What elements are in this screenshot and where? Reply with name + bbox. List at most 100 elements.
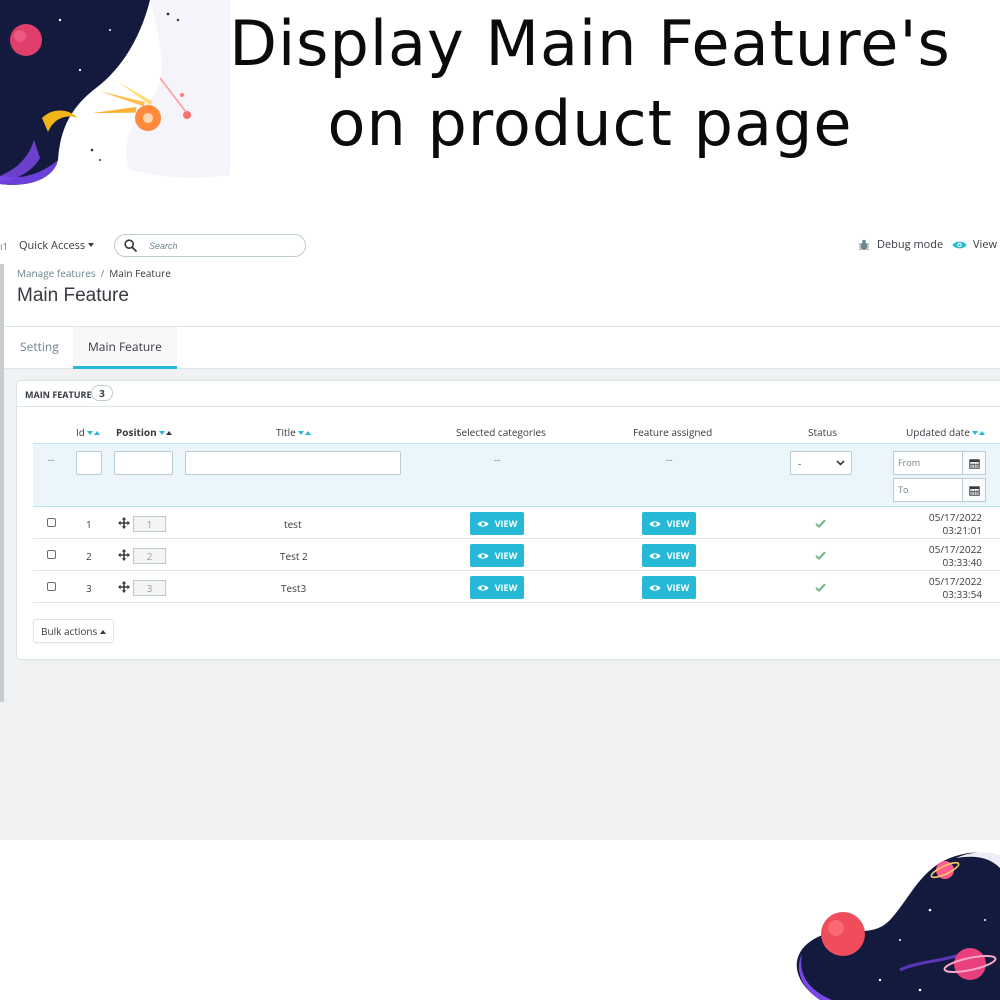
- drag-move-icon[interactable]: [118, 549, 130, 561]
- headline: Display Main Feature's on product page: [195, 4, 985, 164]
- column-header-id[interactable]: Id: [76, 425, 100, 439]
- eye-icon: [649, 584, 661, 591]
- eye-icon: [952, 241, 967, 248]
- view-button-label: VIEW: [666, 549, 690, 562]
- sort-arrows-icon[interactable]: [158, 425, 172, 439]
- column-header-feature-assigned: Feature assigned: [633, 425, 713, 439]
- view-button-label: VIEW: [494, 581, 518, 594]
- tab-main-feature[interactable]: Main Feature: [73, 327, 177, 369]
- column-header-updated-date-label: Updated date: [906, 425, 970, 439]
- row-id: 3: [86, 581, 92, 595]
- breadcrumb-parent[interactable]: Manage features: [17, 266, 96, 280]
- view-store-link[interactable]: View m: [952, 237, 1000, 252]
- row-time: 03:33:54: [942, 587, 982, 601]
- view-feature-button[interactable]: VIEW: [642, 576, 696, 599]
- column-header-selected-categories: Selected categories: [456, 425, 546, 439]
- filter-date-from[interactable]: From: [893, 451, 963, 475]
- debug-mode-label: Debug mode: [877, 237, 944, 252]
- filter-feature-dash: --: [666, 452, 673, 466]
- check-icon[interactable]: [815, 551, 826, 560]
- row-checkbox[interactable]: [47, 550, 56, 559]
- filter-date-to[interactable]: To: [893, 478, 963, 502]
- main-feature-panel: MAIN FEATURE 3 Id Position Title Selecte…: [16, 380, 1000, 660]
- topbar-left-fragment: ı1: [0, 239, 9, 253]
- view-link-label: View m: [973, 237, 1000, 252]
- admin-screenshot: ı1 Quick Access Debug mode: [0, 226, 1000, 840]
- debug-mode-link[interactable]: Debug mode: [858, 237, 943, 252]
- page-title: Main Feature: [17, 285, 129, 306]
- view-button-label: VIEW: [494, 549, 518, 562]
- quick-access-label: Quick Access: [19, 238, 86, 253]
- filter-position-input[interactable]: [114, 451, 173, 475]
- row-time: 03:21:01: [942, 523, 982, 537]
- row-id: 2: [86, 549, 92, 563]
- panel-header: MAIN FEATURE 3: [17, 381, 1000, 407]
- sort-arrows-icon[interactable]: [971, 425, 985, 439]
- view-feature-button[interactable]: VIEW: [642, 544, 696, 567]
- column-header-id-label: Id: [76, 425, 85, 439]
- chevron-down-icon: [836, 460, 845, 466]
- breadcrumb-current: Main Feature: [109, 266, 171, 280]
- column-header-title-label: Title: [276, 425, 296, 439]
- space-illustration-bottom: [796, 852, 1000, 1000]
- headline-line-2: on product page: [327, 87, 853, 160]
- quick-access-dropdown[interactable]: Quick Access: [19, 238, 95, 253]
- view-button-label: VIEW: [666, 581, 690, 594]
- row-title: test: [284, 517, 302, 531]
- bulk-actions-label: Bulk actions: [41, 624, 98, 638]
- row-checkbox[interactable]: [47, 518, 56, 527]
- bulk-actions-button[interactable]: Bulk actions: [33, 619, 115, 643]
- table-row: 1 1 test VIEW VIEW 05/17/2022 03:21:01: [33, 508, 1000, 539]
- position-input[interactable]: 3: [133, 580, 166, 596]
- filter-categories-dash: --: [494, 452, 501, 466]
- view-categories-button[interactable]: VIEW: [470, 512, 524, 535]
- row-title: Test 2: [280, 549, 308, 563]
- panel-title: MAIN FEATURE: [25, 388, 92, 401]
- filter-title-input[interactable]: [185, 451, 401, 475]
- breadcrumb-separator: /: [100, 266, 105, 280]
- row-checkbox[interactable]: [47, 582, 56, 591]
- column-header-position[interactable]: Position: [116, 425, 172, 439]
- view-categories-button[interactable]: VIEW: [470, 576, 524, 599]
- calendar-icon[interactable]: [962, 451, 986, 475]
- filter-id-input[interactable]: [76, 451, 102, 475]
- position-input[interactable]: 2: [133, 548, 166, 564]
- drag-move-icon[interactable]: [118, 517, 130, 529]
- headline-line-1: Display Main Feature's: [229, 7, 951, 80]
- eye-icon: [649, 552, 661, 559]
- tab-setting[interactable]: Setting: [5, 327, 74, 369]
- filter-placeholder-dash: --: [48, 452, 55, 466]
- table-row: 3 3 Test3 VIEW VIEW 05/17/2022 03:33:54: [33, 572, 1000, 603]
- position-input[interactable]: 1: [133, 516, 166, 532]
- sort-arrows-icon[interactable]: [297, 425, 311, 439]
- eye-icon: [477, 584, 489, 591]
- admin-topbar: ı1 Quick Access Debug mode: [0, 226, 1000, 264]
- column-header-title[interactable]: Title: [276, 425, 311, 439]
- count-badge: 3: [91, 385, 113, 401]
- view-button-label: VIEW: [666, 517, 690, 530]
- breadcrumb: Manage features / Main Feature: [17, 266, 171, 280]
- filter-row: -- -- -- - From To: [33, 443, 1000, 507]
- caret-down-icon: [88, 243, 95, 247]
- page-header: Manage features / Main Feature Main Featur…: [4, 264, 1000, 369]
- table-row: 2 2 Test 2 VIEW VIEW 05/17/2022 03:33:40: [33, 540, 1000, 571]
- view-categories-button[interactable]: VIEW: [470, 544, 524, 567]
- row-updated-date: 05/17/2022 03:21:01: [929, 511, 982, 537]
- row-id: 1: [86, 517, 92, 531]
- view-button-label: VIEW: [494, 517, 518, 530]
- drag-move-icon[interactable]: [118, 581, 130, 593]
- filter-status-select[interactable]: -: [790, 451, 852, 475]
- caret-up-icon: [100, 630, 107, 634]
- sort-arrows-icon[interactable]: [86, 425, 100, 439]
- calendar-icon[interactable]: [962, 478, 986, 502]
- check-icon[interactable]: [815, 583, 826, 592]
- column-header-updated-date[interactable]: Updated date: [906, 425, 985, 439]
- check-icon[interactable]: [815, 519, 826, 528]
- search-input[interactable]: [149, 238, 299, 253]
- row-time: 03:33:40: [942, 555, 982, 569]
- view-feature-button[interactable]: VIEW: [642, 512, 696, 535]
- row-updated-date: 05/17/2022 03:33:54: [929, 575, 982, 601]
- row-title: Test3: [281, 581, 307, 595]
- eye-icon: [477, 520, 489, 527]
- search-box[interactable]: [114, 234, 306, 257]
